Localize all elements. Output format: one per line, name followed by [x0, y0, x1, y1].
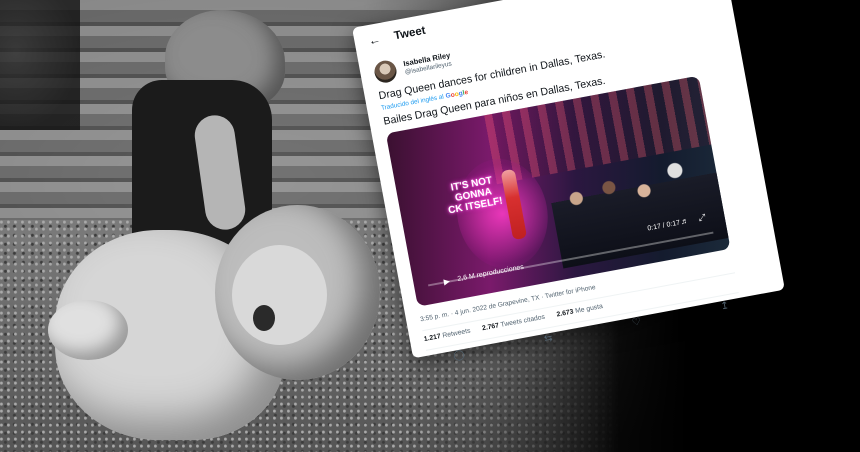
google-logo: Google [445, 89, 469, 100]
plush-lion-face [232, 245, 327, 345]
reply-icon[interactable]: ◯ [453, 349, 466, 362]
play-icon[interactable]: ▶ [443, 276, 451, 286]
likes-stat[interactable]: 2.673 Me gusta [556, 303, 603, 318]
tweet-card: ← Tweet Isabella Riley @isabellarileyus … [352, 0, 785, 362]
avatar[interactable] [372, 58, 399, 85]
author-names: Isabella Riley @isabellarileyus [403, 51, 453, 76]
google-letter: e [463, 88, 469, 97]
likes-label: Me gusta [574, 303, 604, 315]
retweets-label: Retweets [441, 327, 472, 340]
tweet-header: ← Tweet [367, 24, 427, 48]
quotes-count: 2.767 [481, 322, 500, 333]
likes-count: 2.673 [556, 308, 575, 319]
quotes-label: Tweets citados [500, 313, 546, 329]
page-title: Tweet [393, 24, 427, 43]
plush-lion-nose [253, 305, 275, 331]
video-view-count: 2,6 M reproducciones [456, 263, 525, 283]
retweets-count: 1.217 [423, 333, 442, 344]
retweets-stat[interactable]: 1.217 Retweets [423, 328, 471, 343]
background-foliage [0, 0, 80, 130]
arrow-left-icon[interactable]: ← [367, 32, 381, 48]
heart-icon[interactable]: ♡ [631, 316, 642, 328]
speaker-icon[interactable]: ♬ [680, 216, 690, 226]
retweet-icon[interactable]: ⇆ [543, 333, 553, 345]
plush-lion-paw [48, 300, 128, 360]
share-icon[interactable]: ↥ [720, 300, 730, 312]
